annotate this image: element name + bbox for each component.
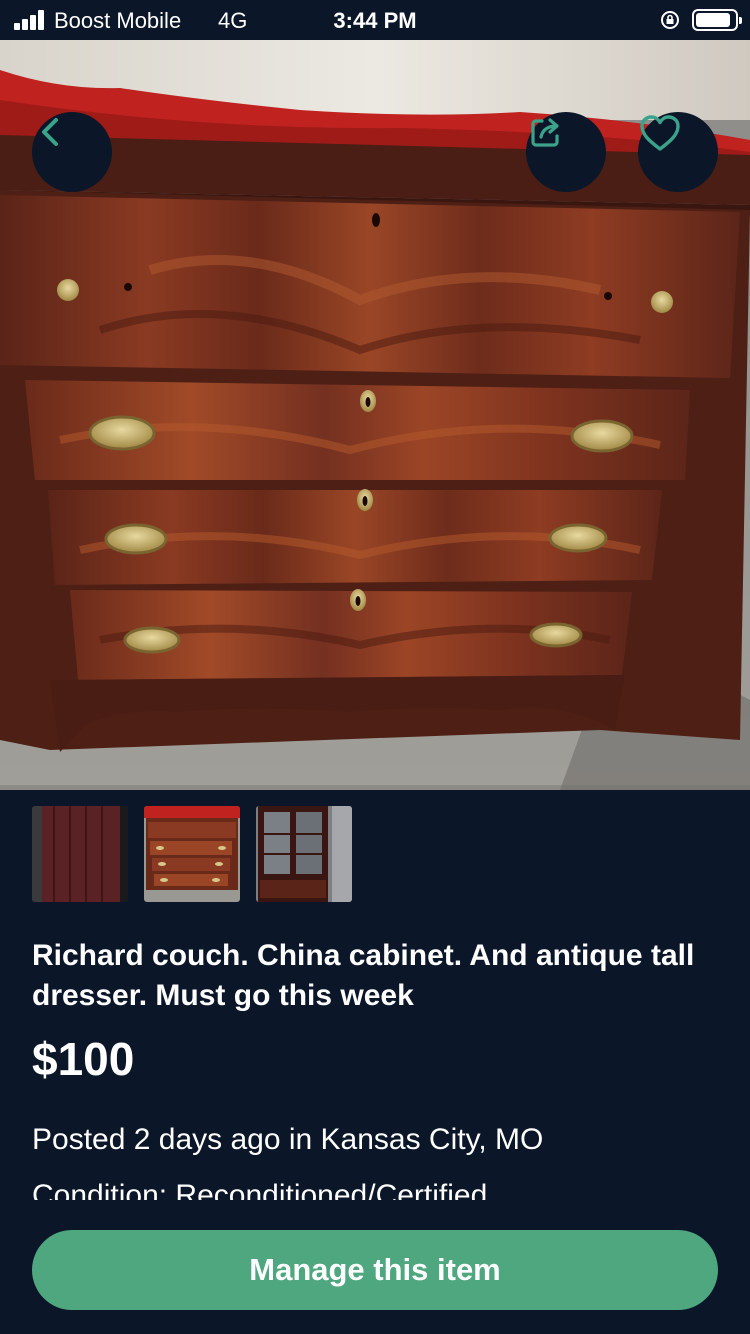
- thumbnail-dresser[interactable]: [144, 806, 240, 902]
- signal-icon: [14, 10, 48, 30]
- listing-page: Boost Mobile 4G 3:44 PM Richard couch. C…: [0, 0, 750, 1334]
- rotation-lock-icon: [661, 11, 679, 29]
- battery-icon: [692, 9, 742, 31]
- posted-info: Posted 2 days ago in Kansas City, MO: [32, 1123, 544, 1156]
- carrier-name: Boost Mobile: [54, 8, 182, 33]
- network-type: 4G: [218, 8, 248, 33]
- thumbnail-china-cabinet[interactable]: [256, 806, 352, 902]
- chevron-left-icon: [42, 118, 58, 146]
- thumbnail-couch[interactable]: [32, 806, 128, 902]
- listing-title: Richard couch. China cabinet. And antiqu…: [32, 939, 695, 1012]
- listing-price: $100: [32, 1033, 135, 1085]
- heart-icon: [640, 115, 680, 151]
- share-button[interactable]: [526, 112, 606, 192]
- condition-text: Condition: Reconditioned/Certified: [32, 1179, 488, 1200]
- status-bar: Boost Mobile 4G 3:44 PM: [0, 0, 750, 40]
- hero-photo[interactable]: [0, 40, 750, 790]
- back-button[interactable]: [32, 112, 112, 192]
- condition-row: Condition: Reconditioned/Certified: [32, 1176, 722, 1200]
- share-icon: [531, 118, 559, 147]
- clock: 3:44 PM: [333, 8, 417, 33]
- manage-item-button[interactable]: Manage this item: [32, 1230, 718, 1310]
- favorite-button[interactable]: [638, 112, 718, 192]
